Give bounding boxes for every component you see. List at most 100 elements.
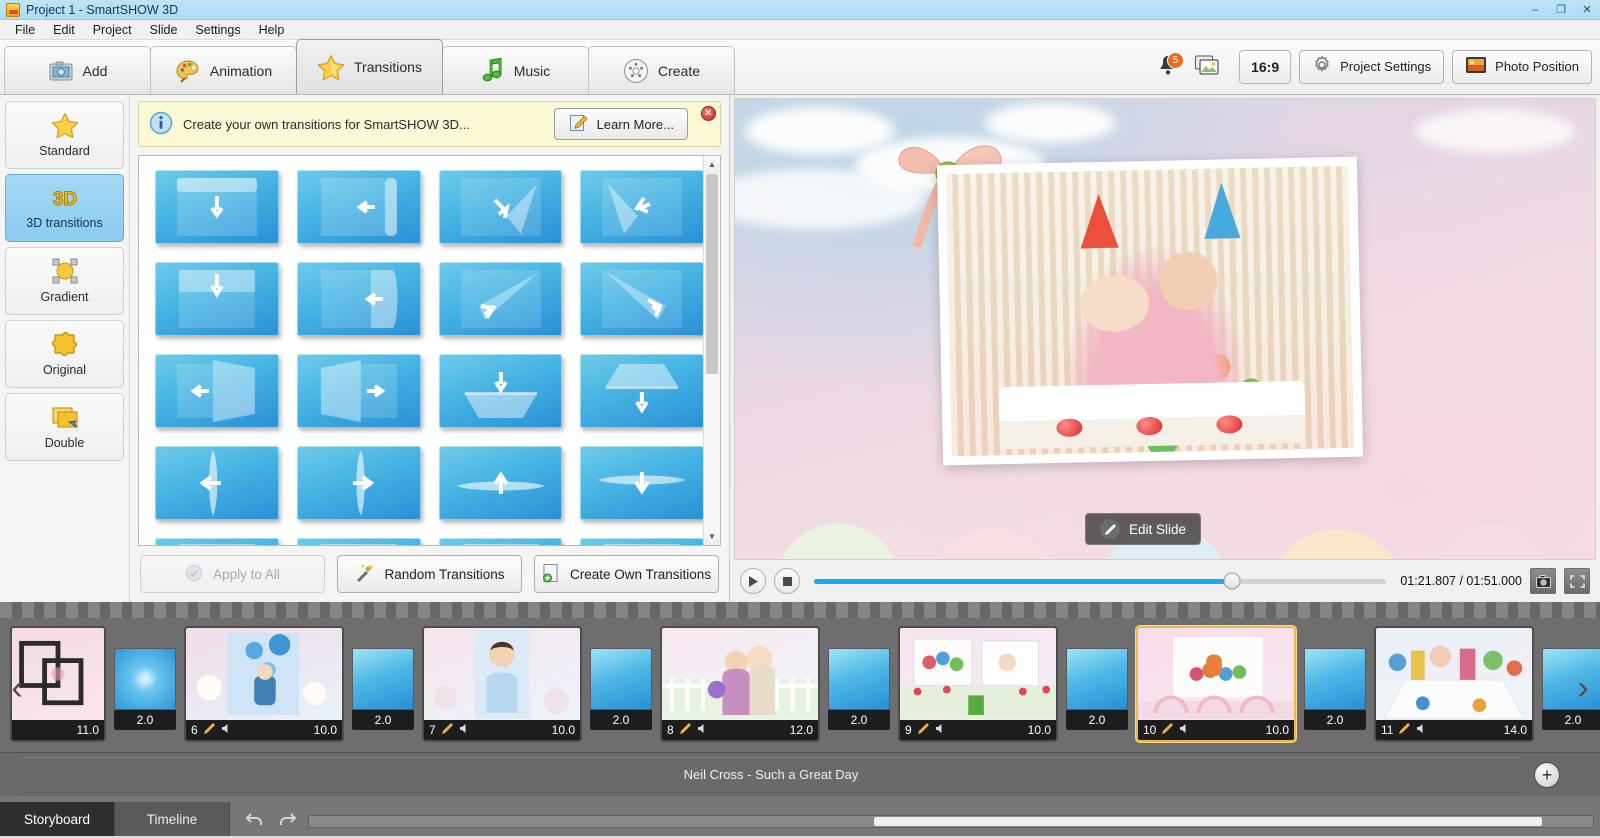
redo-icon[interactable] [276,808,298,830]
transitions-scrollbar[interactable]: ▲ ▼ [703,156,720,545]
slide-audio-icon[interactable] [697,723,708,737]
transition-slot[interactable]: 2.0 [114,648,176,730]
transition-tile-flip-down[interactable] [580,446,704,520]
transition-tile-peel-diagonal-up[interactable] [438,262,563,336]
apply-to-all-button[interactable]: Apply to All [140,555,325,593]
playback-slider[interactable] [814,572,1387,590]
transition-tile-fold-down[interactable] [155,262,279,336]
sidebar-item-3d-transitions[interactable]: 3D 3D transitions [5,174,124,242]
slide-edit-icon[interactable] [441,722,454,738]
undo-icon[interactable] [244,808,266,830]
aspect-ratio-button[interactable]: 16:9 [1239,49,1292,84]
tab-music[interactable]: Music [442,46,589,94]
sidebar-item-double[interactable]: Double [5,393,124,461]
notifications-button[interactable]: 5 [1153,50,1185,84]
scrollbar-thumb[interactable] [706,174,718,374]
slide-preview[interactable]: Edit Slide [734,98,1596,560]
sidebar-item-standard[interactable]: Standard [5,101,124,169]
scrollbar-thumb[interactable] [873,817,1542,826]
sidebar-item-original[interactable]: Original [5,320,124,388]
transition-tile-flip-left[interactable] [155,446,279,520]
transition-tile-flip-up[interactable] [438,446,563,520]
add-music-button[interactable]: + [1534,761,1560,788]
transition-tile-peel-corner-left[interactable] [580,170,704,244]
transition-slot[interactable]: 2.0 [590,648,652,730]
random-transitions-button[interactable]: Random Transitions [337,555,522,593]
tab-animation[interactable]: Animation [150,46,297,94]
transition-slot[interactable]: 2.0 [828,648,890,730]
stop-button[interactable] [774,568,800,594]
list-item[interactable]: 8 12.0 [660,626,820,742]
list-item[interactable]: 9 10.0 [898,626,1058,742]
tab-create-label: Create [657,62,701,79]
storyboard-strip[interactable]: 11.0 2.0 6 10.0 2.0 7 10.0 2.0 8 12.0 2.… [0,602,1600,752]
transitions-grid-container: ▲ ▼ [138,155,721,546]
slide-edit-icon[interactable] [1161,722,1174,738]
slide-audio-icon[interactable] [935,723,946,737]
transition-tile-partial-a[interactable] [155,538,279,545]
transition-slot[interactable]: 2.0 [1066,648,1128,730]
transition-tile-roll-left[interactable] [296,170,421,244]
tab-storyboard[interactable]: Storyboard [0,802,115,836]
storyboard-scroll-left-icon[interactable]: ‹ [2,666,32,710]
playback-handle[interactable] [1223,572,1241,590]
menu-item-edit[interactable]: Edit [44,20,84,40]
tab-create[interactable]: Create [588,46,735,94]
learn-more-button[interactable]: Learn More... [553,108,688,140]
transition-tile-tilt-in-down[interactable] [438,354,563,428]
edit-slide-button[interactable]: Edit Slide [1085,513,1202,545]
play-button[interactable] [740,568,766,594]
slide-audio-icon[interactable] [221,723,232,737]
transition-slot[interactable]: 2.0 [352,648,414,730]
slide-audio-icon[interactable] [459,723,470,737]
transition-tile-partial-d[interactable] [580,538,704,545]
slide-edit-icon[interactable] [203,722,216,738]
transition-tile-partial-c[interactable] [438,538,563,545]
slide-audio-icon[interactable] [1179,723,1190,737]
create-own-transitions-button[interactable]: Create Own Transitions [534,555,719,593]
transition-tile-fold-left[interactable] [296,262,421,336]
transition-tile-tilt-out-down[interactable] [580,354,704,428]
menu-item-slide[interactable]: Slide [141,20,187,40]
list-item[interactable]: 7 10.0 [422,626,582,742]
transition-tile-flip-right[interactable] [296,446,421,520]
tab-add[interactable]: Add [4,46,151,94]
list-item[interactable]: 11 14.0 [1374,626,1534,742]
menu-item-settings[interactable]: Settings [186,20,249,40]
list-item[interactable]: 6 10.0 [184,626,344,742]
list-item[interactable]: 10 10.0 [1136,626,1296,742]
sidebar-item-gradient[interactable]: Gradient [5,247,124,315]
menu-item-file[interactable]: File [6,20,44,40]
tab-timeline[interactable]: Timeline [115,802,230,836]
slide-edit-icon[interactable] [917,722,930,738]
maximize-button[interactable]: ❐ [1548,0,1574,20]
transition-tile-door-left[interactable] [155,354,279,428]
transitions-grid [139,156,720,545]
transition-tile-peel-diagonal-down[interactable] [580,262,704,336]
tab-transitions[interactable]: Transitions [296,39,443,94]
music-track-name[interactable]: Neil Cross - Such a Great Day [22,756,1520,793]
scroll-up-icon[interactable]: ▲ [704,156,720,173]
snapshot-button[interactable] [1530,568,1556,594]
pencil-icon [1100,519,1120,539]
scroll-down-icon[interactable]: ▼ [704,528,720,545]
transition-tile-peel-corner-down[interactable] [438,170,563,244]
photo-position-button[interactable]: Photo Position [1452,49,1592,84]
storyboard-scroll-right-icon[interactable]: › [1568,666,1598,710]
transition-tile-roll-down[interactable] [155,170,279,244]
fullscreen-button[interactable] [1564,568,1590,594]
photo-collection-button[interactable] [1191,53,1223,80]
slide-edit-icon[interactable] [679,722,692,738]
minimize-button[interactable]: – [1522,0,1548,20]
transition-slot[interactable]: 2.0 [1304,648,1366,730]
transition-tile-partial-b[interactable] [296,538,421,545]
menu-item-project[interactable]: Project [84,20,141,40]
project-settings-button[interactable]: Project Settings [1299,49,1445,84]
horizontal-scrollbar[interactable] [308,815,1594,828]
close-button[interactable]: ✕ [1574,0,1600,20]
menu-item-help[interactable]: Help [250,20,294,40]
close-icon[interactable]: ✕ [701,106,716,121]
slide-edit-icon[interactable] [1398,722,1411,738]
transition-tile-door-right[interactable] [296,354,421,428]
slide-audio-icon[interactable] [1416,723,1427,737]
